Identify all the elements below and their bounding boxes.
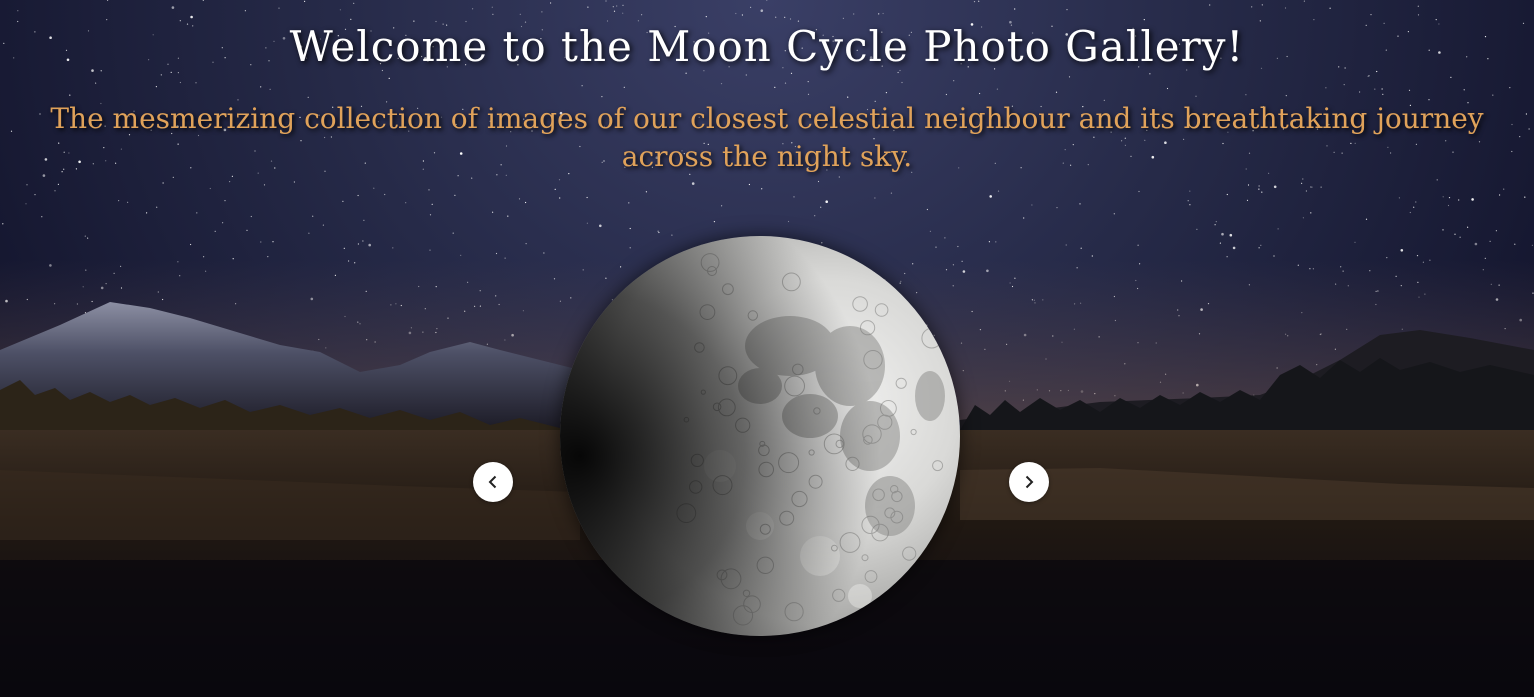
moon-surface-texture [560,236,960,636]
chevron-left-icon [488,475,497,489]
carousel-slide [560,236,960,636]
gallery-page: Welcome to the Moon Cycle Photo Gallery!… [0,0,1534,697]
carousel-next-button[interactable] [1009,462,1049,502]
carousel-prev-button[interactable] [473,462,513,502]
moon-photo [560,236,960,636]
chevron-right-icon [1025,475,1034,489]
page-subtitle: The mesmerizing collection of images of … [50,102,1484,173]
page-title: Welcome to the Moon Cycle Photo Gallery! [289,22,1245,71]
